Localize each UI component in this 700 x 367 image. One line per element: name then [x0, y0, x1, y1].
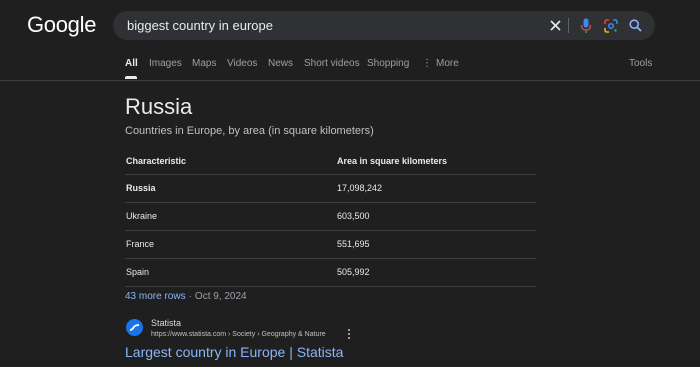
active-tab-indicator	[125, 76, 137, 79]
tab-news[interactable]: News	[268, 58, 293, 69]
statista-favicon[interactable]	[126, 319, 143, 336]
more-rows-line: 43 more rows · Oct 9, 2024	[125, 291, 247, 302]
result-title-link[interactable]: Largest country in Europe | Statista	[125, 344, 343, 360]
search-box[interactable]	[113, 11, 655, 40]
more-rows-link[interactable]: 43 more rows	[125, 291, 186, 302]
tab-videos[interactable]: Videos	[227, 58, 257, 69]
answer-title: Russia	[125, 94, 193, 119]
lens-icon[interactable]	[602, 17, 619, 34]
table-header-row: Characteristic Area in square kilometers	[125, 148, 536, 175]
search-input[interactable]	[127, 11, 527, 40]
column-header-characteristic: Characteristic	[126, 156, 187, 166]
country-cell: Ukraine	[126, 211, 158, 221]
search-icon[interactable]	[627, 17, 644, 34]
table-row: Ukraine 603,500	[125, 203, 536, 231]
source-name[interactable]: Statista	[151, 318, 181, 328]
tab-short-videos[interactable]: Short videos	[304, 58, 360, 69]
table-row: Spain 505,992	[125, 259, 536, 287]
top-bar: Google biggest country in europe All Ima…	[0, 0, 700, 81]
mic-icon[interactable]	[577, 17, 594, 34]
country-cell: Russia	[126, 183, 156, 193]
separator-dot: ·	[188, 291, 192, 302]
country-cell: France	[126, 239, 155, 249]
google-logo[interactable]: Google	[27, 12, 96, 38]
search-divider	[568, 18, 569, 33]
area-cell: 603,500	[337, 211, 370, 221]
source-url[interactable]: https://www.statista.com › Society › Geo…	[151, 331, 326, 338]
answer-subtitle: Countries in Europe, by area (in square …	[125, 125, 374, 137]
area-cell: 551,695	[337, 239, 370, 249]
close-icon[interactable]	[547, 17, 564, 34]
tab-shopping[interactable]: Shopping	[367, 58, 409, 69]
column-header-area: Area in square kilometers	[337, 156, 448, 166]
tools-button[interactable]: Tools	[629, 58, 652, 69]
table-row: Russia 17,098,242	[125, 175, 536, 203]
more-vert-icon: ⋮	[422, 58, 432, 69]
tab-more[interactable]: ⋮ More	[422, 58, 459, 69]
tab-maps[interactable]: Maps	[192, 58, 216, 69]
area-cell: 505,992	[337, 267, 370, 277]
tab-all[interactable]: All	[125, 58, 138, 79]
area-table: Characteristic Area in square kilometers…	[125, 148, 536, 287]
tab-images[interactable]: Images	[149, 58, 182, 69]
more-vert-icon[interactable]	[345, 329, 353, 339]
table-row: France 551,695	[125, 231, 536, 259]
country-cell: Spain	[126, 267, 150, 277]
answer-date: Oct 9, 2024	[194, 291, 247, 302]
area-cell: 17,098,242	[337, 183, 383, 193]
